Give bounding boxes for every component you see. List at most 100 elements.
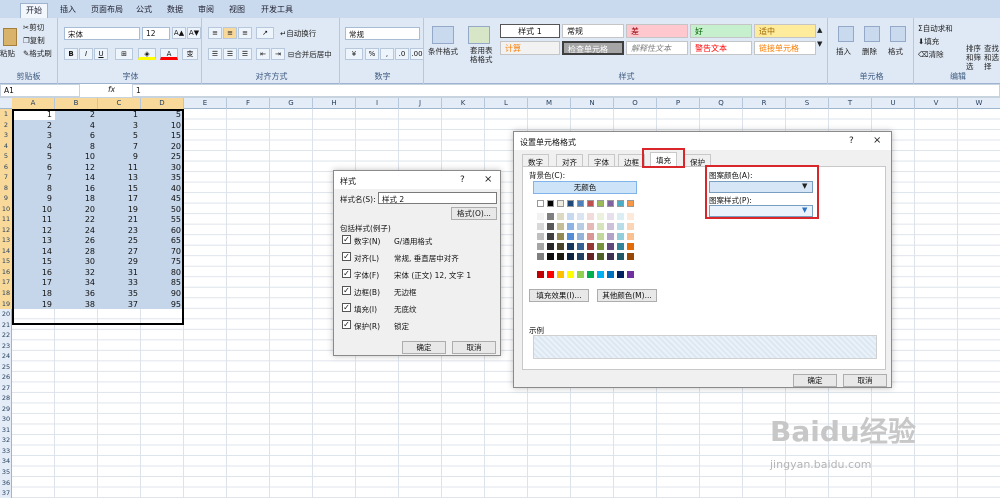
- color-swatch[interactable]: [547, 253, 554, 260]
- column-header-i[interactable]: I: [356, 98, 399, 109]
- color-swatch[interactable]: [627, 233, 634, 240]
- color-swatch[interactable]: [537, 233, 544, 240]
- fill-button[interactable]: ⬇填充: [918, 36, 939, 47]
- color-swatch[interactable]: [627, 253, 634, 260]
- cut-button[interactable]: ✂剪切: [23, 22, 44, 33]
- color-swatch[interactable]: [617, 200, 624, 207]
- row-header-33[interactable]: 33: [0, 446, 12, 457]
- more-colors-button[interactable]: 其他颜色(M)...: [597, 289, 657, 302]
- color-swatch[interactable]: [597, 213, 604, 220]
- color-swatch[interactable]: [587, 233, 594, 240]
- bold-icon[interactable]: B: [64, 48, 78, 60]
- style-explanatory[interactable]: 解释性文本: [626, 41, 688, 55]
- color-swatch[interactable]: [537, 200, 544, 207]
- fill-color-icon[interactable]: ◈: [138, 48, 156, 60]
- tab-insert[interactable]: 插入: [55, 3, 81, 18]
- format-ok-button[interactable]: 确定: [793, 374, 837, 387]
- column-header-p[interactable]: P: [657, 98, 700, 109]
- tab-review[interactable]: 审阅: [193, 3, 219, 18]
- row-header-20[interactable]: 20: [0, 309, 12, 320]
- conditional-format-icon[interactable]: [432, 26, 454, 44]
- checkbox[interactable]: ✓: [342, 269, 351, 278]
- column-header-w[interactable]: W: [958, 98, 1000, 109]
- cancel-button[interactable]: 取消: [452, 341, 496, 354]
- row-header-14[interactable]: 14: [0, 245, 12, 257]
- tab-home[interactable]: 开始: [20, 3, 48, 18]
- row-header-28[interactable]: 28: [0, 393, 12, 404]
- copy-button[interactable]: ❐复制: [23, 35, 45, 46]
- color-swatch[interactable]: [557, 243, 564, 250]
- color-swatch[interactable]: [557, 233, 564, 240]
- tab-data[interactable]: 数据: [162, 3, 188, 18]
- color-swatch[interactable]: [537, 213, 544, 220]
- color-swatch[interactable]: [607, 271, 614, 278]
- column-header-v[interactable]: V: [915, 98, 958, 109]
- align-center-icon[interactable]: ☰: [223, 48, 237, 60]
- column-header-g[interactable]: G: [270, 98, 313, 109]
- paste-icon[interactable]: [3, 28, 17, 46]
- row-header-37[interactable]: 37: [0, 488, 12, 499]
- color-swatch[interactable]: [597, 200, 604, 207]
- color-swatch[interactable]: [617, 233, 624, 240]
- paste-button[interactable]: 粘贴: [0, 48, 15, 59]
- checkbox[interactable]: ✓: [342, 303, 351, 312]
- merge-center-button[interactable]: ⊟合并后居中: [288, 49, 332, 60]
- color-swatch[interactable]: [617, 253, 624, 260]
- color-swatch[interactable]: [597, 253, 604, 260]
- color-swatch[interactable]: [607, 233, 614, 240]
- align-top-icon[interactable]: ≡: [208, 27, 222, 39]
- column-header-d[interactable]: D: [141, 98, 184, 109]
- row-header-26[interactable]: 26: [0, 372, 12, 383]
- color-swatch[interactable]: [547, 233, 554, 240]
- color-swatch[interactable]: [597, 271, 604, 278]
- column-header-m[interactable]: M: [528, 98, 571, 109]
- align-left-icon[interactable]: ☰: [208, 48, 222, 60]
- format-button[interactable]: 格式(O)...: [451, 207, 497, 220]
- column-header-h[interactable]: H: [313, 98, 356, 109]
- color-swatch[interactable]: [567, 253, 574, 260]
- help-icon[interactable]: ?: [460, 175, 465, 185]
- tab-page-layout[interactable]: 页面布局: [86, 3, 128, 18]
- styles-scroll-down-icon[interactable]: ▼: [817, 40, 822, 48]
- color-swatch[interactable]: [617, 213, 624, 220]
- style-calculation[interactable]: 计算: [500, 41, 560, 55]
- color-swatch[interactable]: [577, 233, 584, 240]
- color-swatch[interactable]: [597, 223, 604, 230]
- styles-scroll-up-icon[interactable]: ▲: [817, 26, 822, 34]
- column-header-j[interactable]: J: [399, 98, 442, 109]
- decrease-indent-icon[interactable]: ⇤: [256, 48, 270, 60]
- row-header-29[interactable]: 29: [0, 404, 12, 415]
- comma-icon[interactable]: ,: [380, 48, 394, 60]
- fill-effects-button[interactable]: 填充效果(I)...: [529, 289, 589, 302]
- row-header-1[interactable]: 1: [0, 109, 12, 120]
- column-header-t[interactable]: T: [829, 98, 872, 109]
- color-swatch[interactable]: [607, 213, 614, 220]
- color-swatch[interactable]: [627, 200, 634, 207]
- color-swatch[interactable]: [627, 243, 634, 250]
- color-swatch[interactable]: [537, 271, 544, 278]
- find-select-button[interactable]: 查找和选择: [984, 44, 1000, 71]
- currency-icon[interactable]: ¥: [345, 48, 363, 60]
- color-swatch[interactable]: [567, 223, 574, 230]
- color-swatch[interactable]: [567, 271, 574, 278]
- decrease-decimal-icon[interactable]: .00: [410, 48, 424, 60]
- checkbox[interactable]: ✓: [342, 252, 351, 261]
- column-header-s[interactable]: S: [786, 98, 829, 109]
- color-swatch[interactable]: [607, 253, 614, 260]
- conditional-format-button[interactable]: 条件格式: [428, 46, 458, 57]
- style-normal[interactable]: 常规: [562, 24, 624, 38]
- format-cells-icon[interactable]: [890, 26, 906, 42]
- grow-font-icon[interactable]: A▲: [172, 27, 186, 39]
- color-swatch[interactable]: [587, 271, 594, 278]
- color-swatch[interactable]: [537, 223, 544, 230]
- underline-icon[interactable]: U: [94, 48, 108, 60]
- row-header-30[interactable]: 30: [0, 414, 12, 425]
- phonetic-icon[interactable]: 变: [182, 48, 198, 60]
- formula-input[interactable]: 1: [132, 84, 1000, 97]
- font-color-icon[interactable]: A: [160, 48, 178, 60]
- color-swatch[interactable]: [617, 243, 624, 250]
- color-swatch[interactable]: [547, 200, 554, 207]
- column-header-c[interactable]: C: [98, 98, 141, 109]
- style-neutral[interactable]: 适中: [754, 24, 816, 38]
- color-swatch[interactable]: [577, 223, 584, 230]
